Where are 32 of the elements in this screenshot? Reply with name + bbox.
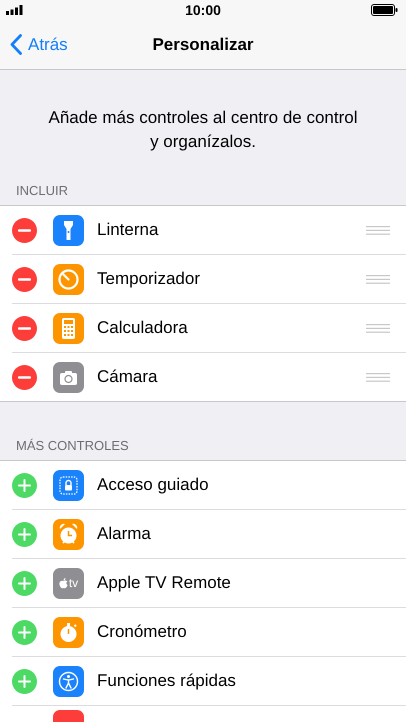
remove-button[interactable] [12, 364, 37, 390]
control-name: Funciones rápidas [97, 671, 236, 691]
reorder-handle-icon[interactable] [366, 226, 390, 235]
back-button[interactable]: Atrás [0, 34, 68, 55]
remove-button[interactable] [12, 218, 37, 242]
control-name: Temporizador [97, 269, 200, 289]
control-name: Linterna [97, 220, 158, 240]
reorder-handle-icon[interactable] [366, 373, 390, 382]
control-name: Acceso guiado [97, 475, 209, 495]
reorder-handle-icon[interactable] [366, 324, 390, 333]
add-button[interactable] [12, 570, 37, 596]
description-text: Añade más controles al centro de control y organízalos. [47, 107, 358, 153]
signal-icon [6, 5, 24, 15]
section-header: INCLUIR [15, 183, 70, 200]
control-name: Apple TV Remote [97, 573, 231, 593]
section-header: MÁS CONTROLES [15, 438, 130, 455]
reorder-handle-icon[interactable] [366, 275, 390, 284]
add-button[interactable] [12, 668, 37, 694]
control-name: Calculadora [97, 318, 188, 338]
add-button[interactable] [12, 472, 37, 498]
control-name: Cronómetro [97, 622, 187, 642]
screen-title: Personalizar [151, 34, 255, 54]
battery-icon [371, 4, 398, 16]
tv-icon: tv [53, 568, 84, 598]
status-time: 10:00 [184, 2, 222, 18]
control-name: Alarma [97, 524, 151, 544]
remove-button[interactable] [12, 266, 37, 292]
add-button[interactable] [12, 620, 37, 644]
back-chevron-icon [10, 34, 22, 55]
control-name: Cámara [97, 367, 158, 387]
add-button[interactable] [12, 522, 37, 546]
remove-button[interactable] [12, 316, 37, 340]
